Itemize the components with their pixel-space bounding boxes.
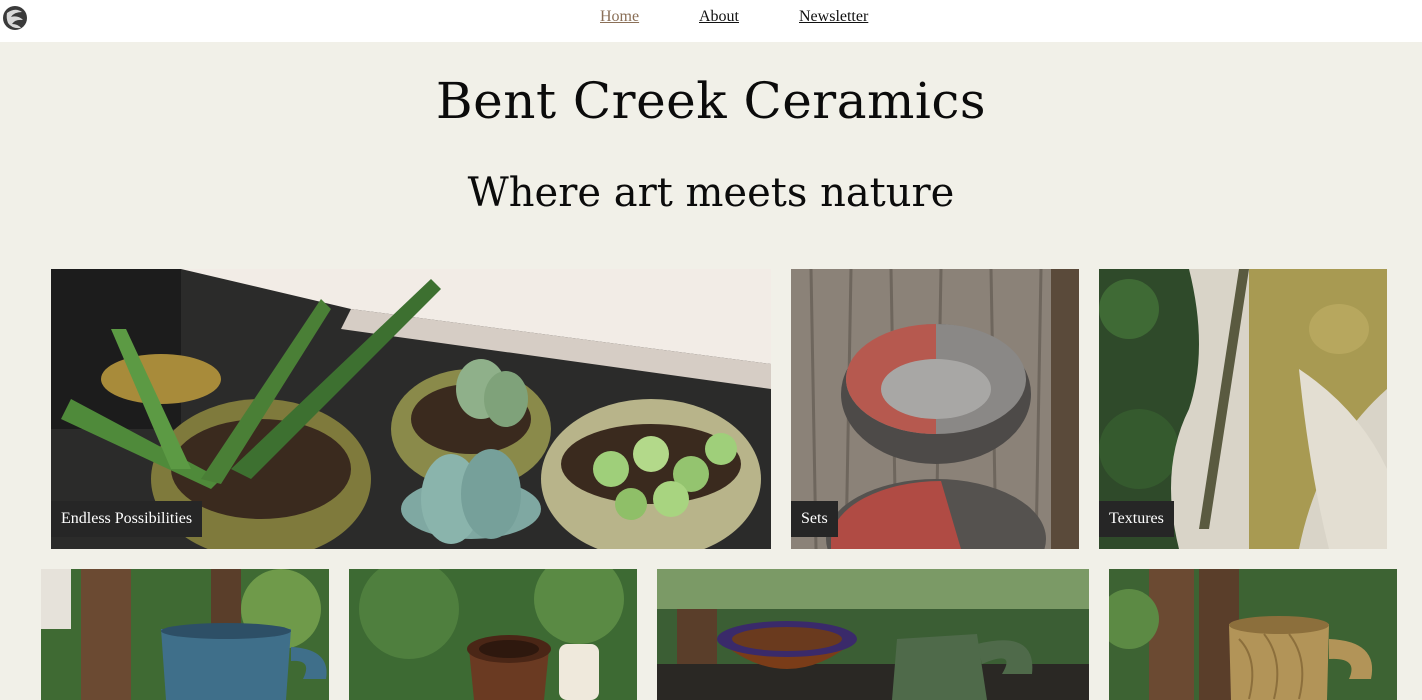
site-tagline: Where art meets nature (467, 170, 955, 216)
gallery-tile-bowl-and-pitcher[interactable] (657, 569, 1089, 700)
gallery-tile-textured-mug[interactable] (1109, 569, 1397, 700)
main-nav: Home About Newsletter (0, 8, 1422, 30)
site-title: Bent Creek Ceramics (435, 72, 987, 130)
top-navigation-bar: Home About Newsletter (0, 0, 1422, 42)
nav-link-about[interactable]: About (699, 8, 739, 26)
tile-caption: Textures (1099, 501, 1174, 537)
nav-link-newsletter[interactable]: Newsletter (799, 8, 868, 26)
gallery-tile-sets[interactable]: Sets (791, 269, 1079, 549)
gallery-tile-endless-possibilities[interactable]: Endless Possibilities (51, 269, 771, 549)
brown-vase-photo (349, 569, 637, 700)
tile-caption: Endless Possibilities (51, 501, 203, 537)
gallery-tile-textures[interactable]: Textures (1099, 269, 1387, 549)
textured-mug-photo (1109, 569, 1397, 700)
bowl-pitcher-photo (657, 569, 1089, 700)
nav-link-home[interactable]: Home (600, 8, 639, 26)
gallery-tile-blue-mug[interactable] (41, 569, 329, 700)
gallery-tile-brown-vase[interactable] (349, 569, 637, 700)
tile-caption: Sets (791, 501, 838, 537)
blue-mug-photo (41, 569, 329, 700)
